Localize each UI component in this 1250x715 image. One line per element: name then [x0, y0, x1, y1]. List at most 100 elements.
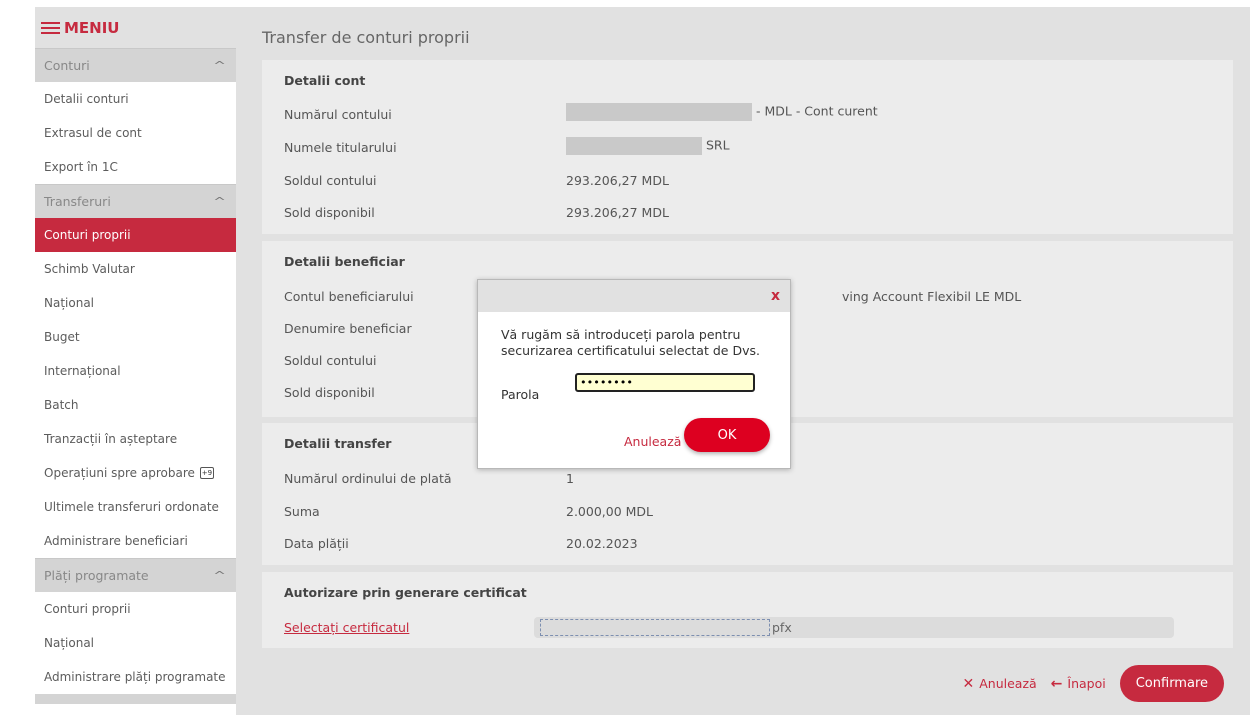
password-dialog: x Vă rugăm să introduceți parola pentru … [477, 279, 791, 469]
chevron-up-icon: ^ [212, 569, 226, 582]
sidebar-item-national[interactable]: Național [35, 286, 236, 320]
close-icon[interactable]: x [771, 288, 780, 304]
select-certificate-row: Selectați certificatul [284, 620, 409, 640]
confirm-button[interactable]: Confirmare [1119, 665, 1224, 702]
row-label: Data plății [284, 536, 349, 551]
sidebar-item-administrare-plati[interactable]: Administrare plăți programate [35, 660, 236, 694]
dialog-cancel-link[interactable]: Anulează [624, 434, 681, 449]
detail-row: Sold disponibil [284, 385, 375, 405]
item-label: Tranzacții în așteptare [44, 432, 178, 446]
section-label: Plăți programate [44, 568, 149, 583]
item-label: Ultimele transferuri ordonate [44, 500, 219, 514]
redacted-block [566, 103, 752, 121]
detail-row: Numărul ordinului de plată [284, 471, 452, 491]
sidebar-item-conturi-proprii[interactable]: Conturi proprii [35, 218, 236, 252]
back-link[interactable]: ← Înapoi [1051, 676, 1106, 692]
item-label: Extrasul de cont [44, 126, 142, 140]
row-label: Denumire beneficiar [284, 321, 412, 336]
dialog-header: x [478, 280, 790, 312]
select-certificate-link[interactable]: Selectați certificatul [284, 620, 409, 635]
page-title: Transfer de conturi proprii [262, 28, 470, 47]
row-value: 2.000,00 MDL [566, 504, 654, 519]
row-value: - MDL - Cont curent [755, 103, 878, 119]
row-label: Numele titularului [284, 140, 397, 155]
sidebar-item-buget[interactable]: Buget [35, 320, 236, 354]
panel-title: Detalii transfer [284, 436, 392, 451]
panel-title: Detalii beneficiar [284, 254, 405, 269]
sidebar-item-schimb-valutar[interactable]: Schimb Valutar [35, 252, 236, 286]
item-label: Batch [44, 398, 79, 412]
file-selection-outline [540, 619, 770, 636]
section-label: Transferuri [44, 194, 111, 209]
sidebar-item-tranzactii-asteptare[interactable]: Tranzacții în așteptare [35, 422, 236, 456]
account-number-value: - MDL - Cont curent [566, 103, 878, 121]
sidebar-item-extrasul-de-cont[interactable]: Extrasul de cont [35, 116, 236, 150]
row-value: 1 [566, 471, 574, 486]
sidebar-item-export-1c[interactable]: Export în 1C [35, 150, 236, 184]
chevron-up-icon: ^ [212, 59, 226, 72]
sidebar-footer [35, 694, 236, 704]
item-label: Conturi proprii [44, 602, 131, 616]
hamburger-icon [41, 19, 60, 37]
sidebar-item-administrare-beneficiari[interactable]: Administrare beneficiari [35, 524, 236, 558]
arrow-left-icon: ← [1050, 675, 1063, 692]
row-value: SRL [705, 137, 730, 153]
item-label: Național [44, 636, 95, 650]
section-label: Conturi [44, 58, 90, 73]
detail-row: Denumire beneficiar [284, 321, 412, 341]
sidebar-item-ultimele-transferuri[interactable]: Ultimele transferuri ordonate [35, 490, 236, 524]
item-label: Administrare beneficiari [44, 534, 188, 548]
detail-row: Sold disponibil [284, 205, 375, 225]
detail-row: Suma [284, 504, 320, 524]
menu-toggle[interactable]: MENIU [35, 7, 236, 48]
item-label: Administrare plăți programate [44, 670, 226, 684]
password-label: Parola [501, 387, 540, 402]
authorization-panel: Autorizare prin generare certificat Sele… [262, 572, 1233, 648]
item-label: Internațional [44, 364, 121, 378]
sidebar-item-plati-conturi-proprii[interactable]: Conturi proprii [35, 592, 236, 626]
detail-row: Soldul contului [284, 173, 377, 193]
panel-title: Detalii cont [284, 73, 366, 88]
row-label: Soldul contului [284, 353, 377, 368]
row-value: ving Account Flexibil LE MDL [842, 289, 1022, 304]
item-label: Conturi proprii [44, 228, 131, 242]
item-label: Detalii conturi [44, 92, 129, 106]
redacted-block [566, 137, 702, 155]
row-value: 293.206,27 MDL [566, 205, 669, 220]
row-label: Sold disponibil [284, 205, 375, 220]
sidebar-item-operatiuni-aprobare[interactable]: Operațiuni spre aprobare +9 [35, 456, 236, 490]
item-label: Operațiuni spre aprobare [44, 466, 195, 480]
row-label: Sold disponibil [284, 385, 375, 400]
sidebar-section-conturi[interactable]: Conturi ^ [35, 48, 236, 82]
certificate-file-ext: pfx [772, 620, 792, 635]
item-label: Național [44, 296, 95, 310]
close-icon: ✕ [962, 675, 975, 692]
dialog-message: Vă rugăm să introduceți parola pentru se… [501, 327, 760, 358]
row-value: 293.206,27 MDL [566, 173, 669, 188]
password-input[interactable] [575, 373, 755, 392]
item-label: Buget [44, 330, 80, 344]
row-label: Numărul contului [284, 107, 392, 122]
cancel-link[interactable]: ✕ Anulează [962, 676, 1036, 692]
form-actions: ✕ Anulează ← Înapoi Confirmare [962, 665, 1224, 702]
sidebar-section-transferuri[interactable]: Transferuri ^ [35, 184, 236, 218]
sidebar-item-international[interactable]: Internațional [35, 354, 236, 388]
item-label: Export în 1C [44, 160, 118, 174]
sidebar-item-batch[interactable]: Batch [35, 388, 236, 422]
chevron-up-icon: ^ [212, 195, 226, 208]
cancel-label: Anulează [979, 676, 1037, 691]
detail-row: Data plății [284, 536, 349, 556]
row-label: Numărul ordinului de plată [284, 471, 452, 486]
detail-row: Numele titularului [284, 140, 397, 160]
row-label: Suma [284, 504, 320, 519]
item-label: Schimb Valutar [44, 262, 135, 276]
ok-button[interactable]: OK [684, 418, 770, 452]
detail-row: Contul beneficiarului [284, 289, 414, 309]
sidebar-item-plati-national[interactable]: Național [35, 626, 236, 660]
sidebar-section-plati-programate[interactable]: Plăți programate ^ [35, 558, 236, 592]
sidebar-item-detalii-conturi[interactable]: Detalii conturi [35, 82, 236, 116]
holder-name-value: SRL [566, 137, 730, 155]
approval-count-badge: +9 [199, 467, 214, 479]
panel-title: Autorizare prin generare certificat [284, 585, 527, 600]
detail-row: Soldul contului [284, 353, 377, 373]
